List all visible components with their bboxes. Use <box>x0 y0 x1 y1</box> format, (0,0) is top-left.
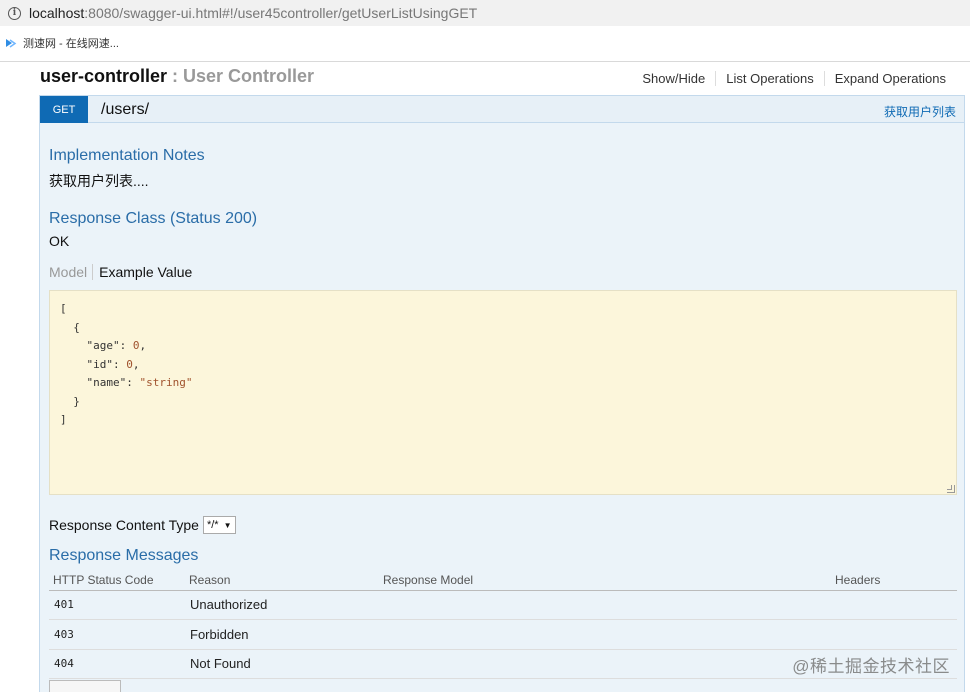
json-brace-open: { <box>73 320 80 334</box>
col-header-reason: Reason <box>185 570 379 591</box>
response-class-title: Response Class (Status 200) <box>49 210 258 227</box>
operation-summary[interactable]: 获取用户列表 <box>884 103 956 120</box>
json-bracket-close: ] <box>60 413 67 426</box>
col-header-headers: Headers <box>831 570 957 591</box>
headers <box>831 590 957 621</box>
resource-header: user-controller : User Controller Show/H… <box>40 62 964 94</box>
table-header-row: HTTP Status Code Reason Response Model H… <box>49 570 957 591</box>
speedtest-bookmark-icon <box>6 38 17 48</box>
resource-actions: Show/Hide List Operations Expand Operati… <box>632 71 956 86</box>
resource-title[interactable]: user-controller : User Controller <box>40 66 314 87</box>
implementation-notes-text: 获取用户列表.... <box>49 173 149 189</box>
response-model <box>379 619 831 650</box>
headers <box>831 619 957 650</box>
response-messages-title: Response Messages <box>49 547 199 564</box>
response-class-text: OK <box>49 233 70 249</box>
url-text[interactable]: localhost:8080/swagger-ui.html#!/user45c… <box>29 5 477 21</box>
table-row: 403 Forbidden <box>49 619 957 650</box>
list-operations-link[interactable]: List Operations <box>715 71 823 86</box>
status-code: 404 <box>49 649 185 680</box>
bookmark-speedtest[interactable]: 测速网 - 在线网速... <box>23 35 119 51</box>
col-header-model: Response Model <box>379 570 831 591</box>
resource-name[interactable]: user-controller <box>40 66 167 86</box>
url-path: :8080/swagger-ui.html#!/user45controller… <box>84 5 478 21</box>
response-model <box>379 590 831 621</box>
json-value-name: "string" <box>139 376 193 389</box>
reason: Forbidden <box>185 619 379 650</box>
json-key-age: "age" <box>86 339 120 352</box>
tab-model[interactable]: Model <box>49 264 94 280</box>
reason: Not Found <box>185 649 379 680</box>
reason: Unauthorized <box>185 590 379 621</box>
resource-description: User Controller <box>183 66 315 86</box>
status-code: 403 <box>49 619 185 650</box>
chevron-down-icon: ▼ <box>223 520 232 530</box>
url-host: localhost <box>29 5 85 21</box>
model-tabs: Model Example Value <box>49 264 192 280</box>
select-value: */* <box>206 519 219 531</box>
response-content-type-select[interactable]: */* ▼ <box>202 516 236 534</box>
response-content-type-label: Response Content Type <box>49 517 199 533</box>
example-value-box[interactable]: [ { "age": 0, "id": 0, "name": "string" … <box>49 290 957 495</box>
json-value-age: 0 <box>132 339 140 352</box>
json-brace-close: } <box>73 394 80 408</box>
bookmarks-bar: 测速网 - 在线网速... <box>0 30 970 56</box>
operation-heading[interactable]: GET /users/ 获取用户列表 <box>40 96 964 123</box>
info-icon[interactable]: i <box>8 6 21 20</box>
http-method-badge[interactable]: GET <box>40 96 88 123</box>
json-value-id: 0 <box>126 357 133 371</box>
json-key-id: "id" <box>86 357 114 371</box>
operation-path[interactable]: /users/ <box>101 101 149 119</box>
json-sep: , <box>132 357 140 371</box>
response-content-type: Response Content Type */* ▼ <box>49 516 236 534</box>
json-bracket-open: [ <box>60 302 67 315</box>
json-sep: , <box>139 339 147 352</box>
response-model <box>379 649 831 680</box>
json-key-name: "name" <box>86 376 127 389</box>
address-bar[interactable]: i localhost:8080/swagger-ui.html#!/user4… <box>0 0 970 26</box>
try-it-out-button[interactable] <box>49 680 121 692</box>
status-code: 401 <box>49 590 185 621</box>
tab-example-value[interactable]: Example Value <box>93 264 192 280</box>
watermark: @稀土掘金技术社区 <box>792 657 950 676</box>
resource-separator: : <box>167 66 184 86</box>
col-header-status: HTTP Status Code <box>49 570 185 591</box>
show-hide-link[interactable]: Show/Hide <box>632 71 715 86</box>
implementation-notes-title: Implementation Notes <box>49 147 205 164</box>
operation-panel: GET /users/ 获取用户列表 Implementation Notes … <box>39 95 965 692</box>
table-row: 401 Unauthorized <box>49 590 957 621</box>
resize-handle[interactable] <box>947 485 955 493</box>
expand-operations-link[interactable]: Expand Operations <box>823 71 956 86</box>
